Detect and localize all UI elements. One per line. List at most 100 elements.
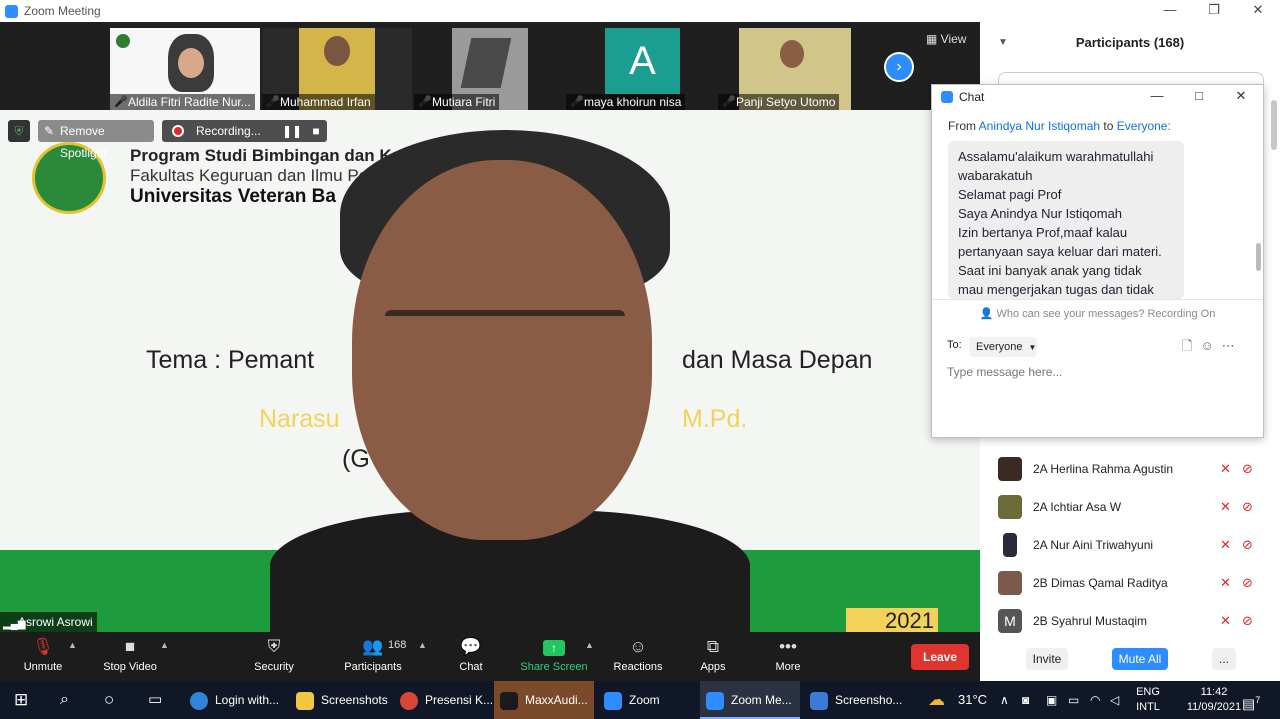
pause-recording-button[interactable]: ❚❚	[282, 120, 302, 142]
participant-row[interactable]: M 2B Syahrul Mustaqim ✕ ⊘	[980, 602, 1280, 640]
video-tile[interactable]: 🎤 Panji Setyo Utomo	[718, 28, 868, 110]
window-controls: — ❐ ✕	[1148, 0, 1280, 22]
video-off-icon[interactable]: ⊘	[1242, 488, 1253, 526]
message-line: Saya Anindya Nur Istiqomah	[958, 206, 1123, 221]
leave-button[interactable]: Leave	[911, 644, 969, 670]
chevron-up-icon[interactable]: ∧	[1000, 681, 1009, 719]
muted-mic-icon[interactable]: ✕	[1220, 564, 1231, 602]
more-button[interactable]: ••• More	[768, 632, 808, 681]
panel-scrollbar[interactable]	[1271, 100, 1277, 150]
taskbar-item-zoom-meeting[interactable]: Zoom Me...	[700, 681, 800, 719]
message-line: mau mengerjakan tugas dan tidak	[958, 282, 1154, 297]
video-tile[interactable]: 🎤 Mutiara Fitri	[414, 28, 564, 110]
avatar	[998, 571, 1022, 595]
temperature[interactable]: 31°C	[958, 681, 987, 719]
camera-tray-icon[interactable]: ◙	[1022, 681, 1029, 719]
tile-name: Muhammad Irfan	[262, 94, 375, 110]
participant-row[interactable]: 2A Nur Aini Triwahyuni ✕ ⊘	[980, 526, 1280, 564]
stop-recording-button[interactable]: ■	[306, 120, 326, 142]
invite-button[interactable]: Invite	[1026, 648, 1068, 670]
taskbar-item-zoom[interactable]: Zoom	[600, 681, 696, 719]
recipient-name[interactable]: Everyone:	[1117, 119, 1171, 133]
security-shield-icon[interactable]: ⛨	[8, 120, 30, 142]
chat-divider	[932, 299, 1263, 300]
chat-message-input[interactable]	[947, 365, 1247, 379]
photos-icon	[810, 691, 828, 710]
emoji-icon[interactable]: ☺	[1200, 338, 1221, 353]
weather-icon[interactable]: ☁	[928, 681, 945, 719]
chat-close-button[interactable]: ✕	[1226, 85, 1256, 107]
mute-all-button[interactable]: Mute All	[1112, 648, 1168, 670]
close-button[interactable]: ✕	[1236, 0, 1280, 22]
chevron-up-icon[interactable]: ▲	[585, 640, 594, 650]
taskbar-item-edge[interactable]: Login with...	[186, 681, 286, 719]
notification-icon[interactable]: ▤7	[1242, 681, 1260, 719]
chat-maximize-button[interactable]: □	[1184, 85, 1214, 107]
remove-spotlight-button[interactable]: ✎ Remove Spotlight	[38, 120, 154, 160]
to-label: To:	[947, 339, 962, 351]
video-off-icon[interactable]: ⊘	[1242, 526, 1253, 564]
taskbar-item-explorer[interactable]: Screenshots	[292, 681, 392, 719]
next-page-button[interactable]: ›	[884, 52, 914, 82]
volume-icon[interactable]: ◁	[1110, 681, 1119, 719]
device-tray-icon[interactable]: ▣	[1046, 681, 1057, 719]
security-button[interactable]: ⛨ Security	[249, 632, 299, 681]
participant-name: 2A Ichtiar Asa W	[1033, 500, 1122, 514]
apps-button[interactable]: ⧉ Apps	[694, 632, 732, 681]
view-button[interactable]: ▦ View	[926, 32, 966, 46]
file-icon[interactable]: 🗋	[1182, 338, 1200, 353]
taskbar-item-chrome[interactable]: Presensi K...	[396, 681, 496, 719]
sender-name[interactable]: Anindya Nur Istiqomah	[979, 119, 1100, 133]
system-clock[interactable]: 11:42 11/09/2021	[1186, 685, 1242, 715]
taskbar-item-maxxaudio[interactable]: MaxxAudi...	[494, 681, 594, 719]
chat-button[interactable]: 💬 Chat	[451, 632, 491, 681]
participant-row[interactable]: 2B Dimas Qamal Raditya ✕ ⊘	[980, 564, 1280, 602]
reactions-button[interactable]: ☺ Reactions	[610, 632, 666, 681]
cortana-icon[interactable]: ○	[104, 681, 114, 719]
recording-dot-icon	[172, 125, 184, 137]
windows-start-icon[interactable]: ⊞	[14, 681, 28, 719]
recipient-dropdown[interactable]: Everyone ▼	[969, 337, 1037, 357]
video-off-icon[interactable]: ⊘	[1242, 564, 1253, 602]
stop-video-button[interactable]: ■ Stop Video	[98, 632, 162, 681]
minimize-button[interactable]: —	[1148, 0, 1192, 22]
chevron-up-icon[interactable]: ▲	[68, 640, 77, 650]
more-options-button[interactable]: ...	[1212, 648, 1236, 670]
muted-mic-icon[interactable]: ✕	[1220, 488, 1231, 526]
chevron-down-icon: ▼	[1028, 343, 1037, 352]
who-can-see-link[interactable]: 👤 Who can see your messages? Recording O…	[932, 307, 1263, 320]
unmute-button[interactable]: 🎙 Unmute	[18, 632, 68, 681]
wifi-icon[interactable]: ◠	[1090, 681, 1100, 719]
video-off-icon[interactable]: ⊘	[1242, 602, 1253, 640]
video-tile[interactable]: 🎤 Muhammad Irfan	[262, 28, 412, 110]
restore-button[interactable]: ❐	[1192, 0, 1236, 22]
avatar	[1003, 533, 1017, 557]
zoom-icon	[604, 691, 622, 710]
muted-mic-icon[interactable]: ✕	[1220, 526, 1231, 564]
chat-minimize-button[interactable]: —	[1142, 85, 1172, 107]
taskbar-label: MaxxAudi...	[525, 693, 588, 707]
more-label: More	[775, 661, 801, 673]
participant-row[interactable]: 2A Ichtiar Asa W ✕ ⊘	[980, 488, 1280, 526]
share-screen-button[interactable]: ↑ Share Screen	[518, 632, 590, 681]
chevron-up-icon[interactable]: ▲	[418, 640, 427, 650]
battery-icon[interactable]: ▭	[1068, 681, 1079, 719]
video-off-icon[interactable]: ⊘	[1242, 450, 1253, 488]
chevron-up-icon[interactable]: ▲	[160, 640, 169, 650]
task-view-icon[interactable]: ▭	[148, 681, 162, 719]
video-tile[interactable]: 🎤 Aldila Fitri Radite Nur...	[110, 28, 260, 110]
input-language[interactable]: ENG INTL	[1130, 685, 1166, 715]
taskbar-item-screenshot[interactable]: Screensho...	[804, 681, 904, 719]
ellipsis-icon: •••	[779, 637, 797, 656]
participants-panel-header: ▼ Participants (168)	[980, 22, 1280, 64]
ellipsis-icon[interactable]: ⋯	[1222, 338, 1243, 353]
video-tile[interactable]: A 🎤 maya khoirun nisa	[566, 28, 716, 110]
apps-label: Apps	[700, 661, 726, 673]
search-icon[interactable]: ⌕	[60, 681, 69, 719]
muted-mic-icon[interactable]: ✕	[1220, 450, 1231, 488]
muted-mic-icon[interactable]: ✕	[1220, 602, 1231, 640]
participant-row[interactable]: 2A Herlina Rahma Agustin ✕ ⊘	[980, 450, 1280, 488]
chevron-down-icon[interactable]: ▼	[998, 22, 1008, 64]
participant-face	[780, 40, 804, 68]
chat-scrollbar[interactable]	[1256, 243, 1261, 271]
